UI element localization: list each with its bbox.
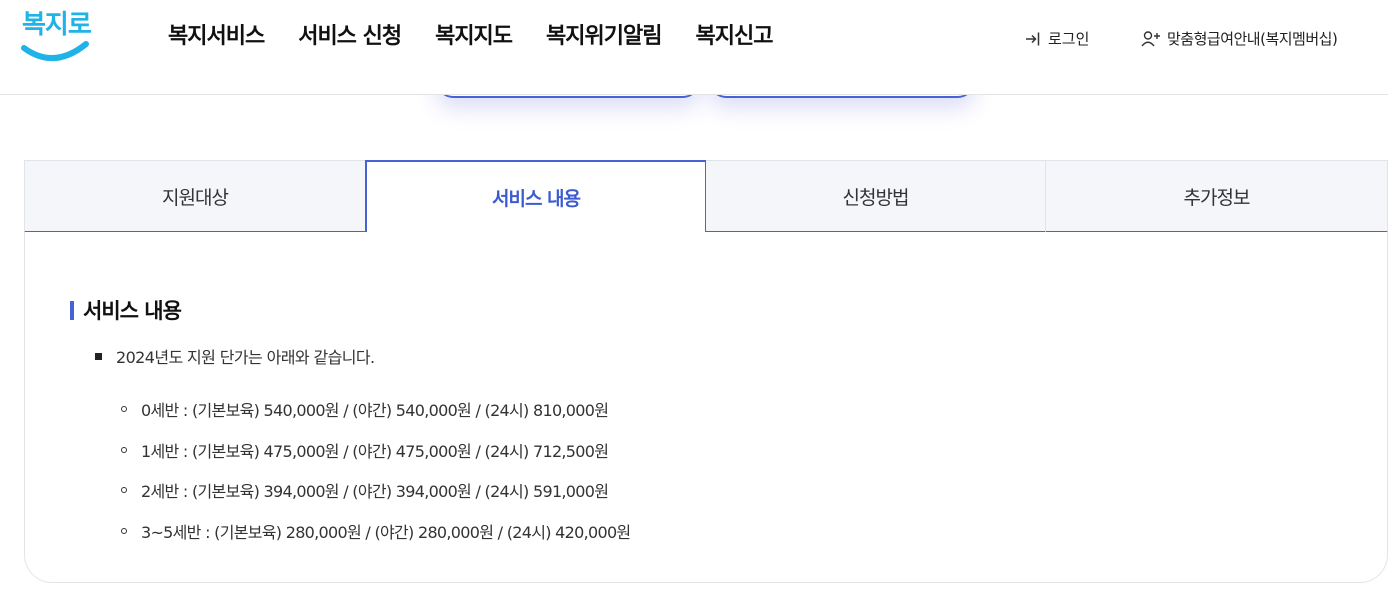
- membership-link[interactable]: 맞춤형급여안내(복지멤버십): [1141, 28, 1338, 49]
- circle-bullet-icon: [121, 487, 127, 494]
- tab-additional-info[interactable]: 추가정보: [1046, 160, 1388, 233]
- circle-bullet-icon: [121, 446, 127, 453]
- nav-welfare-crisis-alert[interactable]: 복지위기알림: [546, 18, 662, 50]
- membership-label: 맞춤형급여안내(복지멤버십): [1167, 30, 1338, 48]
- list-item: 2024년도 지원 단가는 아래와 같습니다.: [95, 344, 375, 368]
- circle-bullet-icon: [121, 406, 127, 413]
- title-bar-marker: [70, 300, 74, 320]
- nav-welfare-report[interactable]: 복지신고: [696, 18, 774, 50]
- content-tabs: 지원대상 서비스 내용 신청방법 추가정보: [24, 160, 1388, 233]
- list-item: 3~5세반 : (기본보육) 280,000원 / (야간) 280,000원 …: [121, 511, 631, 552]
- square-bullet-icon: [95, 352, 102, 360]
- price-item-text: 0세반 : (기본보육) 540,000원 / (야간) 540,000원 / …: [141, 401, 609, 421]
- add-user-icon: [1141, 30, 1161, 48]
- logo[interactable]: 복지로: [18, 4, 92, 66]
- main-nav: 복지서비스 서비스 신청 복지지도 복지위기알림 복지신고: [168, 18, 806, 50]
- login-link[interactable]: 로그인: [1024, 28, 1089, 49]
- login-label: 로그인: [1048, 30, 1090, 48]
- login-icon: [1024, 30, 1042, 48]
- nav-welfare-map[interactable]: 복지지도: [435, 18, 513, 50]
- tab-eligibility[interactable]: 지원대상: [24, 160, 366, 233]
- price-item-text: 3~5세반 : (기본보육) 280,000원 / (야간) 280,000원 …: [141, 522, 631, 542]
- circle-bullet-icon: [121, 527, 127, 534]
- tab-label: 지원대상: [162, 186, 229, 209]
- nav-welfare-service[interactable]: 복지서비스: [168, 18, 265, 50]
- intro-text: 2024년도 지원 단가는 아래와 같습니다.: [116, 348, 375, 367]
- tab-application-method[interactable]: 신청방법: [706, 160, 1046, 233]
- price-item-text: 1세반 : (기본보육) 475,000원 / (야간) 475,000원 / …: [141, 441, 609, 461]
- logo-text: 복지로: [22, 10, 92, 40]
- section-title: 서비스 내용: [70, 295, 182, 325]
- price-list: 0세반 : (기본보육) 540,000원 / (야간) 540,000원 / …: [121, 389, 631, 552]
- tab-label: 신청방법: [842, 186, 910, 209]
- list-item: 0세반 : (기본보육) 540,000원 / (야간) 540,000원 / …: [121, 389, 630, 430]
- price-item-text: 2세반 : (기본보육) 394,000원 / (야간) 394,000원 / …: [141, 482, 609, 502]
- tab-service-content[interactable]: 서비스 내용: [365, 160, 707, 232]
- tab-label: 추가정보: [1183, 186, 1251, 209]
- site-header: 복지로 복지서비스 서비스 신청 복지지도 복지위기알림 복지신고 로그인 맞춤…: [0, 0, 1388, 95]
- list-item: 1세반 : (기본보육) 475,000원 / (야간) 475,000원 / …: [121, 430, 630, 471]
- section-title-text: 서비스 내용: [83, 299, 182, 323]
- tab-panel: 서비스 내용 2024년도 지원 단가는 아래와 같습니다. 0세반 : (기본…: [24, 232, 1388, 583]
- list-item: 2세반 : (기본보육) 394,000원 / (야간) 394,000원 / …: [121, 470, 630, 511]
- nav-service-apply[interactable]: 서비스 신청: [298, 18, 402, 50]
- tab-label: 서비스 내용: [491, 187, 581, 210]
